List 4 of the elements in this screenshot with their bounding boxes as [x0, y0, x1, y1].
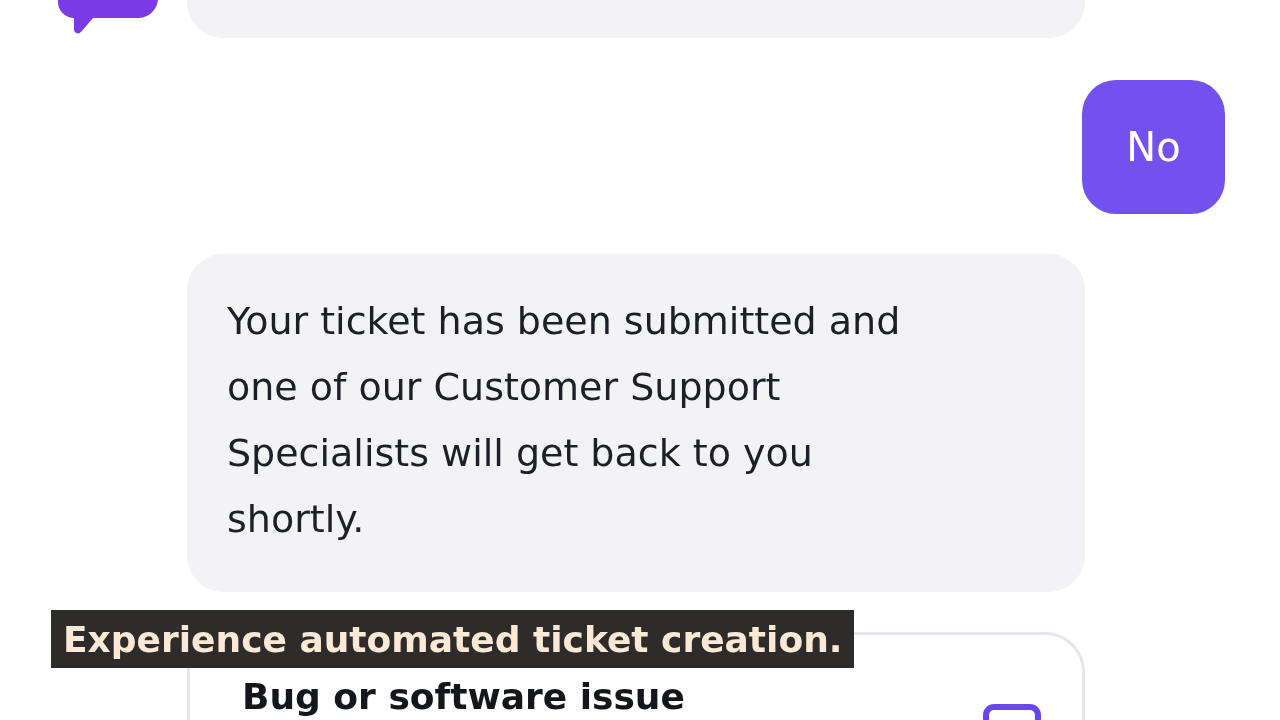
user-message: No: [1082, 80, 1225, 214]
subtitle-toast: Experience automated ticket creation.: [51, 610, 855, 668]
card-title: Bug or software issue: [242, 677, 685, 719]
bot-message: Your ticket has been submitted and one of our Customer Support Specialists will get back to you shortly.: [187, 254, 1085, 592]
